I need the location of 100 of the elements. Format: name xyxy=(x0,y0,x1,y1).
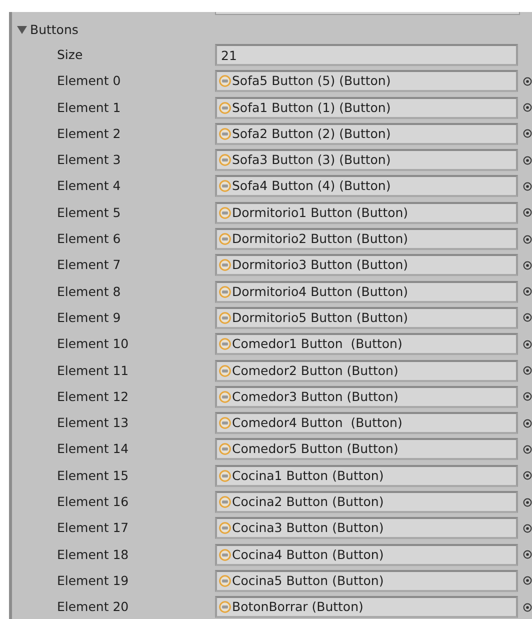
button-component-icon xyxy=(219,102,231,114)
object-picker-icon[interactable] xyxy=(523,550,532,560)
input-field[interactable] xyxy=(215,12,520,15)
field-label: Element 2 xyxy=(57,126,122,142)
button-component-icon xyxy=(219,338,231,350)
field-label: Element 6 xyxy=(57,231,122,248)
object-name: Cocina5 Button (Button) xyxy=(232,572,384,589)
object-picker-icon[interactable] xyxy=(523,366,532,376)
field-label: Element 1 xyxy=(57,100,122,116)
field-label: Element 18 xyxy=(57,546,130,563)
object-field[interactable]: Dormitorio5 Button (Button) xyxy=(215,306,518,329)
button-component-icon xyxy=(219,443,231,456)
field-label: Element 3 xyxy=(57,152,122,168)
field-label: Size xyxy=(57,47,84,63)
object-field[interactable]: Cocina4 Button (Button) xyxy=(215,544,518,566)
object-picker-icon[interactable] xyxy=(523,287,532,296)
button-component-icon xyxy=(219,75,231,88)
button-component-icon xyxy=(219,206,231,219)
object-picker-icon[interactable] xyxy=(523,208,532,218)
object-name: Dormitorio3 Button (Button) xyxy=(232,257,408,274)
button-component-icon xyxy=(219,233,231,246)
object-field[interactable]: Comedor2 Button (Button) xyxy=(215,360,518,382)
object-name: Comedor2 Button (Button) xyxy=(232,362,398,379)
object-field[interactable]: BotonBorrar (Button) xyxy=(215,596,518,618)
field-label: Element 14 xyxy=(57,441,130,458)
button-component-icon xyxy=(219,601,231,614)
object-field[interactable]: Dormitorio2 Button (Button) xyxy=(215,228,518,250)
object-picker-icon[interactable] xyxy=(523,418,532,428)
object-field[interactable]: Sofa1 Button (1) (Button) xyxy=(215,96,518,119)
field-label: Element 9 xyxy=(57,310,122,326)
object-name: Sofa3 Button (3) (Button) xyxy=(232,152,391,168)
object-picker-icon[interactable] xyxy=(523,234,532,244)
object-field[interactable]: Sofa5 Button (5) (Button) xyxy=(215,70,518,92)
object-field[interactable]: Comedor5 Button (Button) xyxy=(215,438,518,460)
field-label: Element 19 xyxy=(57,572,130,589)
field-label: Element 16 xyxy=(57,494,130,510)
object-field[interactable]: Comedor1 Button (Button) xyxy=(215,333,518,356)
object-field[interactable]: Dormitorio3 Button (Button) xyxy=(215,254,518,276)
object-field[interactable]: Comedor4 Button (Button) xyxy=(215,412,518,434)
object-picker-icon[interactable] xyxy=(523,260,532,270)
object-name: Cocina3 Button (Button) xyxy=(232,520,384,536)
object-field[interactable]: Sofa3 Button (3) (Button) xyxy=(215,149,518,172)
object-name: Dormitorio1 Button (Button) xyxy=(232,204,408,221)
object-picker-icon[interactable] xyxy=(523,471,532,480)
object-picker-icon[interactable] xyxy=(523,444,532,454)
object-field[interactable]: Cocina3 Button (Button) xyxy=(215,517,518,540)
button-component-icon xyxy=(219,496,231,508)
object-field[interactable]: Cocina1 Button (Button) xyxy=(215,464,518,487)
button-component-icon xyxy=(219,470,231,482)
field-label: Element 15 xyxy=(57,468,130,484)
object-field[interactable]: Cocina2 Button (Button) xyxy=(215,491,518,514)
object-picker-icon[interactable] xyxy=(523,340,532,349)
object-picker-icon[interactable] xyxy=(523,576,532,586)
field-label: Element 11 xyxy=(57,362,130,379)
object-name: Sofa5 Button (5) (Button) xyxy=(232,73,391,90)
object-name: Cocina4 Button (Button) xyxy=(232,546,384,563)
button-component-icon xyxy=(219,522,231,534)
object-picker-icon[interactable] xyxy=(523,156,532,165)
object-picker-icon[interactable] xyxy=(523,602,532,612)
object-picker-icon[interactable] xyxy=(523,524,532,533)
collapse-triangle-icon[interactable] xyxy=(17,26,27,34)
object-name: Comedor4 Button (Button) xyxy=(232,415,402,432)
field-label: Element 0 xyxy=(57,73,122,90)
section-title: Buttons xyxy=(30,22,78,38)
field-label: Element 17 xyxy=(57,520,130,536)
object-field[interactable]: Dormitorio4 Button (Button) xyxy=(215,280,518,303)
button-component-icon xyxy=(219,154,231,166)
field-label: Element 20 xyxy=(57,599,130,616)
object-picker-icon[interactable] xyxy=(523,313,532,322)
object-name: Comedor5 Button (Button) xyxy=(232,441,398,458)
object-name: BotonBorrar (Button) xyxy=(232,599,364,616)
button-component-icon xyxy=(219,128,231,140)
object-field[interactable]: Sofa4 Button (4) (Button) xyxy=(215,175,518,198)
object-picker-icon[interactable] xyxy=(523,129,532,138)
object-field[interactable]: Comedor3 Button (Button) xyxy=(215,386,518,408)
field-label: Element 10 xyxy=(57,336,130,352)
object-name: Dormitorio2 Button (Button) xyxy=(232,231,408,248)
button-component-icon xyxy=(219,259,231,272)
field-label: Element 4 xyxy=(57,178,122,194)
object-name: Cocina1 Button (Button) xyxy=(232,468,384,484)
object-name: Comedor1 Button (Button) xyxy=(232,336,402,352)
object-name: Dormitorio4 Button (Button) xyxy=(232,284,408,300)
object-picker-icon[interactable] xyxy=(523,103,532,112)
button-component-icon xyxy=(219,286,231,298)
field-label: Element 5 xyxy=(57,204,122,221)
object-field[interactable]: Cocina5 Button (Button) xyxy=(215,570,518,592)
object-picker-icon[interactable] xyxy=(523,392,532,402)
size-field[interactable]: 21 xyxy=(215,44,518,66)
button-component-icon xyxy=(219,548,231,561)
button-component-icon xyxy=(219,312,231,324)
object-name: Sofa1 Button (1) (Button) xyxy=(232,100,391,116)
object-name: Cocina2 Button (Button) xyxy=(232,494,384,510)
object-name: Dormitorio5 Button (Button) xyxy=(232,310,408,326)
field-label: Element 7 xyxy=(57,257,122,274)
object-field[interactable]: Sofa2 Button (2) (Button) xyxy=(215,122,518,145)
object-picker-icon[interactable] xyxy=(523,76,532,86)
object-field[interactable]: Dormitorio1 Button (Button) xyxy=(215,202,518,224)
object-picker-icon[interactable] xyxy=(523,498,532,507)
button-component-icon xyxy=(219,364,231,377)
object-picker-icon[interactable] xyxy=(523,182,532,191)
